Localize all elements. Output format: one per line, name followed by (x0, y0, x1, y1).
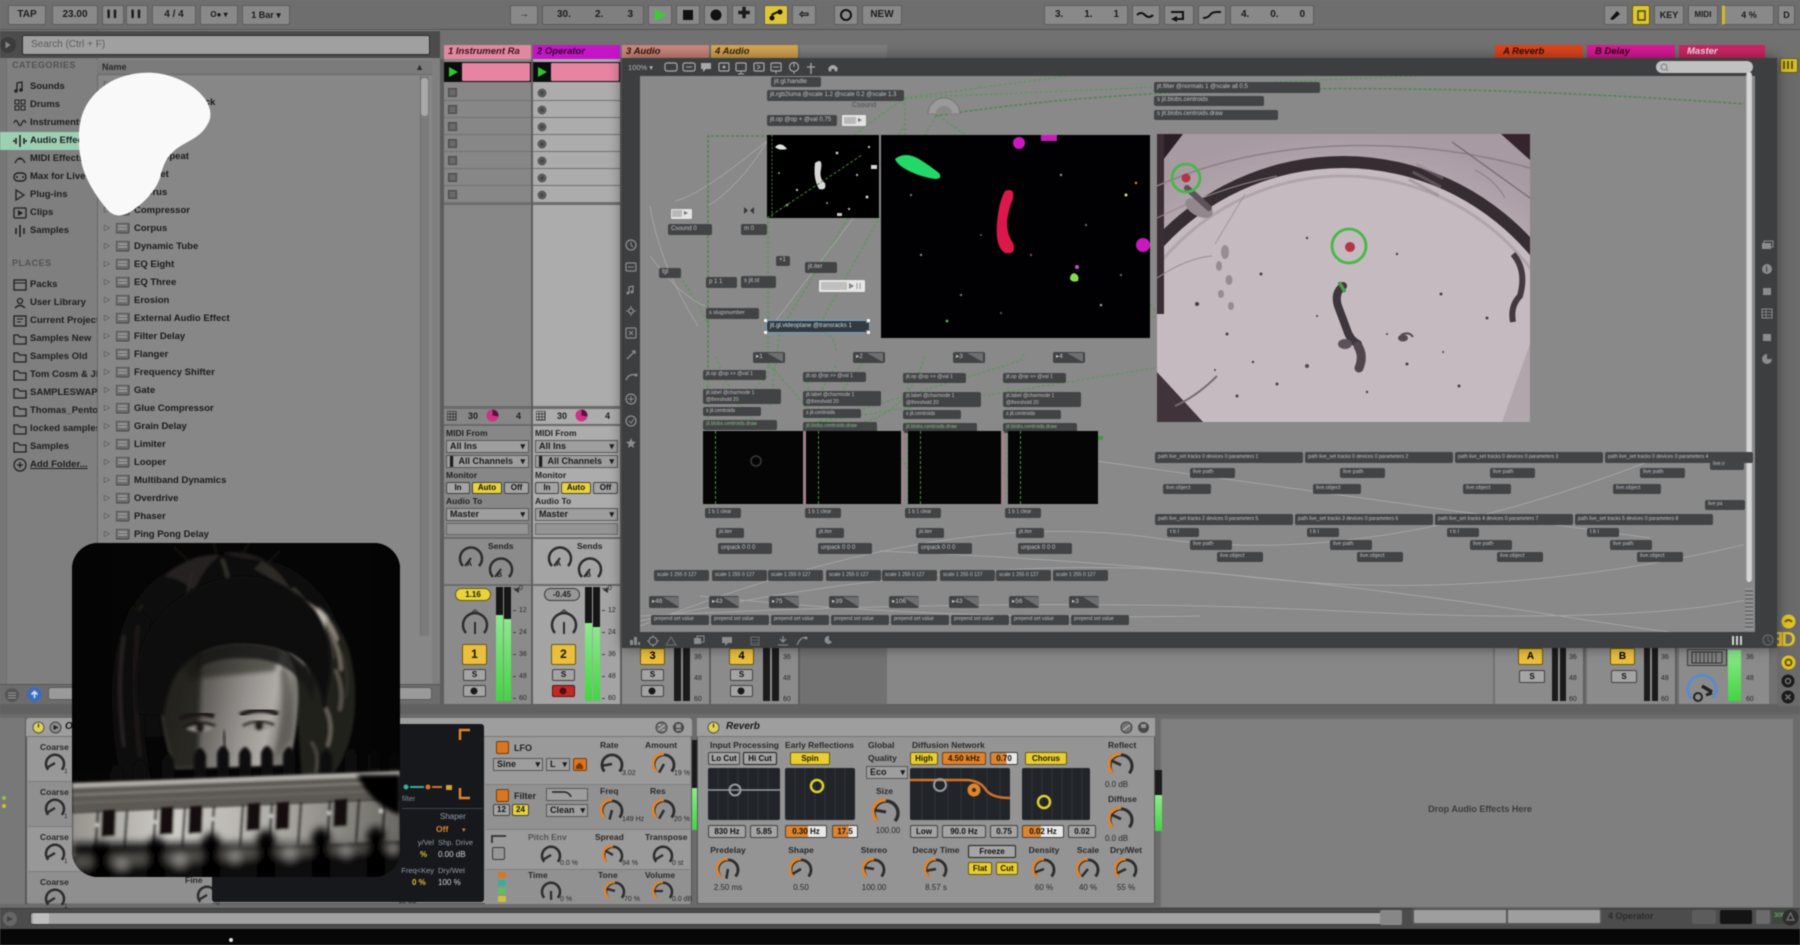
svg-text:i: i (1766, 265, 1768, 274)
